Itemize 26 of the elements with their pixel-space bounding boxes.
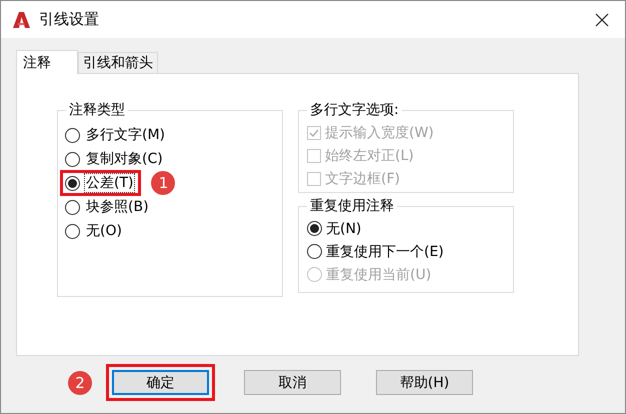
radio-button[interactable] <box>65 128 80 142</box>
radio-option[interactable]: 复制对象(C) <box>65 150 165 168</box>
radio-option[interactable]: 块参照(B) <box>65 198 151 216</box>
step-badge: 1 <box>151 171 176 195</box>
dialog-button[interactable]: 取消 <box>244 370 341 395</box>
group-title: 注释类型 <box>68 101 126 119</box>
close-icon[interactable] <box>595 12 609 26</box>
radio-option[interactable]: 无(N) <box>307 217 505 240</box>
radio-button[interactable] <box>307 221 322 236</box>
radio-button[interactable] <box>307 244 322 259</box>
dialog-button[interactable]: 帮助(H) <box>376 370 473 395</box>
radio-button[interactable] <box>65 176 80 190</box>
radio-option[interactable]: 多行文字(M) <box>65 126 168 144</box>
radio-button[interactable] <box>65 152 80 166</box>
dialog-button[interactable]: 确定 <box>112 370 209 395</box>
step-badge: 2 <box>68 370 92 394</box>
window-title: 引线设置 <box>39 10 100 29</box>
radio-option[interactable]: 重复使用下一个(E) <box>307 240 505 263</box>
radio-option[interactable]: 无(O) <box>65 222 124 240</box>
group-title: 多行文字选项: <box>309 101 400 119</box>
app-logo-icon <box>11 10 31 30</box>
tab[interactable]: 注释 <box>16 50 78 74</box>
tab[interactable]: 引线和箭头 <box>78 52 158 73</box>
group-title: 重复使用注释 <box>309 197 395 215</box>
radio-button[interactable] <box>65 200 80 214</box>
radio-button[interactable] <box>65 224 80 238</box>
